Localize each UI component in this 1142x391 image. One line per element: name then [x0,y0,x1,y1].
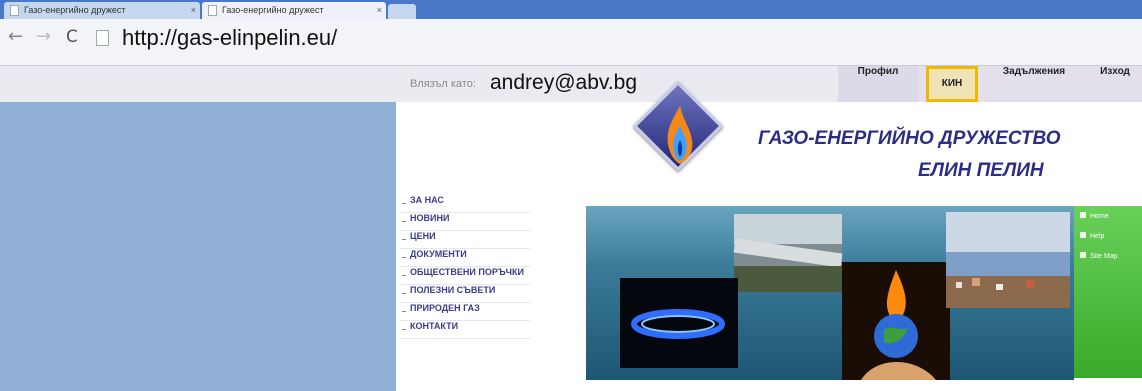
close-tab-icon[interactable]: × [191,2,196,19]
help-label: Help [1090,233,1105,240]
bullet-icon [402,257,406,258]
page-icon [96,30,109,46]
home-label: Home [1090,213,1109,220]
nav-label: НОВИНИ [410,213,450,223]
bullet-icon [402,329,406,330]
nav-item-about[interactable]: ЗА НАС [400,195,530,213]
bullet-icon [402,293,406,294]
nav-item-contacts[interactable]: КОНТАКТИ [400,321,530,339]
nav-label: ПОЛЕЗНИ СЪВЕТИ [410,285,496,295]
nav-item-news[interactable]: НОВИНИ [400,213,530,231]
browser-tab-1[interactable]: Газо-енергийно дружест × [4,2,200,19]
logo-flame-icon [667,106,693,164]
bullet-icon [402,221,406,222]
kin-link[interactable]: КИН [926,66,978,102]
banner-side-menu: Home Help Site Map [1074,206,1142,378]
bullet-icon [402,239,406,240]
bullet-icon [402,275,406,276]
browser-tab-2[interactable]: Газо-енергийно дружест × [202,2,386,19]
tab-title: Газо-енергийно дружест [24,5,126,15]
bullet-icon [402,203,406,204]
banner-image [586,206,1074,380]
reload-icon[interactable]: C [66,27,78,47]
nav-label: ЦЕНИ [410,231,436,241]
new-tab-button[interactable] [388,4,416,19]
browser-toolbar: ← → C http://gas-elinpelin.eu/ [0,19,1142,66]
account-menu: Профил КИН Задължения Изход [838,66,1142,102]
company-name-line2: ЕЛИН ПЕЛИН [918,160,1044,181]
browser-tabstrip: Газо-енергийно дружест × Газо-енергийно … [0,0,1142,19]
logout-link[interactable]: Изход [1088,66,1142,102]
user-email: andrey@abv.bg [490,71,638,94]
help-link[interactable]: Help [1080,232,1104,240]
nav-label: КОНТАКТИ [410,321,459,331]
company-name-line1: ГАЗО-ЕНЕРГИЙНО ДРУЖЕСТВО [758,128,1061,149]
help-icon [1080,232,1086,238]
sitemap-icon [1080,252,1086,258]
back-arrow-icon[interactable]: ← [8,26,23,47]
nav-label: ПРИРОДЕН ГАЗ [410,303,480,313]
nav-item-prices[interactable]: ЦЕНИ [400,231,530,249]
user-bar: Влязъл като: andrey@abv.bg Профил КИН За… [0,66,1142,102]
nav-item-natural-gas[interactable]: ПРИРОДЕН ГАЗ [400,303,530,321]
home-link[interactable]: Home [1080,212,1109,220]
home-icon [1080,212,1086,218]
tab-title: Газо-енергийно дружест [222,5,324,15]
main-nav: ЗА НАС НОВИНИ ЦЕНИ ДОКУМЕНТИ ОБЩЕСТВЕНИ … [400,195,530,339]
sitemap-link[interactable]: Site Map [1080,252,1118,260]
address-bar[interactable]: http://gas-elinpelin.eu/ [122,25,337,51]
nav-item-documents[interactable]: ДОКУМЕНТИ [400,249,530,267]
page-icon [208,5,217,16]
nav-label: ДОКУМЕНТИ [410,249,467,259]
nav-label: ОБЩЕСТВЕНИ ПОРЪЧКИ [410,267,524,277]
left-sidebar [0,102,396,391]
debts-link[interactable]: Задължения [984,66,1084,102]
close-tab-icon[interactable]: × [377,2,382,19]
forward-arrow-icon[interactable]: → [36,26,51,47]
bullet-icon [402,311,406,312]
nav-label: ЗА НАС [410,195,444,205]
profile-link[interactable]: Профил [838,66,918,102]
sitemap-label: Site Map [1090,253,1118,260]
page-icon [10,5,19,16]
banner-collage [620,212,1070,380]
nav-item-useful-tips[interactable]: ПОЛЕЗНИ СЪВЕТИ [400,285,530,303]
logged-in-label: Влязъл като: [410,78,476,90]
nav-item-public-procurement[interactable]: ОБЩЕСТВЕНИ ПОРЪЧКИ [400,267,530,285]
